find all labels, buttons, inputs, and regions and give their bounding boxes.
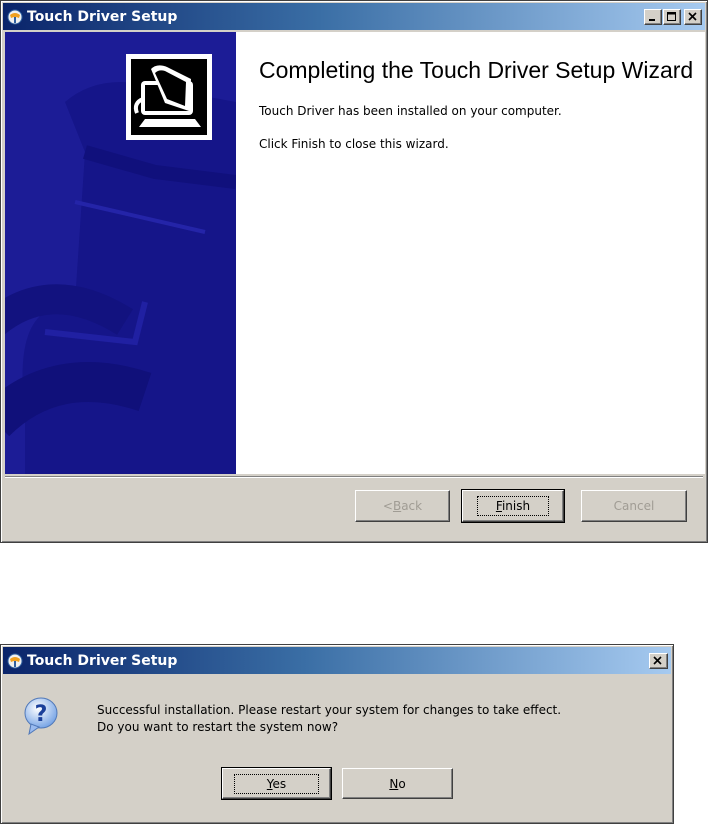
dialog-titlebar[interactable]: Touch Driver Setup	[3, 647, 671, 674]
back-label: ack	[401, 499, 423, 513]
finish-button[interactable]: Finish	[461, 489, 565, 523]
wizard-heading: Completing the Touch Driver Setup Wizard	[259, 57, 694, 83]
yes-focus-rect: Yes	[233, 773, 320, 794]
restart-dialog: Touch Driver Setup ? Successful installa…	[0, 644, 674, 824]
close-button[interactable]	[684, 8, 702, 25]
wizard-titlebar[interactable]: Touch Driver Setup	[3, 3, 705, 30]
back-prefix: <	[382, 499, 393, 513]
minimize-button[interactable]	[644, 8, 662, 25]
finish-instruction: Click Finish to close this wizard.	[259, 137, 449, 151]
wizard-title: Touch Driver Setup	[27, 8, 178, 25]
dialog-app-icon	[7, 653, 23, 669]
back-button[interactable]: < Back	[355, 490, 450, 522]
setup-wizard-window: Touch Driver Setup Completing the Touch …	[0, 0, 708, 543]
finish-label: inish	[501, 499, 531, 513]
yes-button[interactable]: Yes	[221, 767, 332, 800]
back-access-key: B	[392, 499, 402, 513]
setup-computer-icon	[126, 54, 212, 140]
installed-message: Touch Driver has been installed on your …	[259, 104, 562, 118]
wizard-body: Completing the Touch Driver Setup Wizard…	[5, 32, 705, 474]
dialog-title: Touch Driver Setup	[27, 652, 178, 669]
no-label: o	[398, 776, 406, 791]
yes-label: es	[272, 776, 287, 791]
cancel-button[interactable]: Cancel	[581, 490, 687, 522]
setup-app-icon	[7, 9, 23, 25]
question-icon: ?	[23, 696, 59, 739]
maximize-button[interactable]	[663, 8, 681, 25]
finish-focus-rect: Finish	[476, 496, 550, 516]
svg-text:?: ?	[35, 702, 48, 727]
dialog-close-button[interactable]	[649, 652, 668, 669]
wizard-side-banner	[5, 32, 236, 474]
button-separator	[5, 476, 703, 478]
dialog-message-line1: Successful installation. Please restart …	[97, 703, 562, 717]
no-access-key: N	[389, 776, 399, 791]
no-button[interactable]: No	[342, 768, 453, 799]
dialog-message-line2: Do you want to restart the system now?	[97, 720, 339, 734]
dialog-message: Successful installation. Please restart …	[97, 702, 561, 736]
